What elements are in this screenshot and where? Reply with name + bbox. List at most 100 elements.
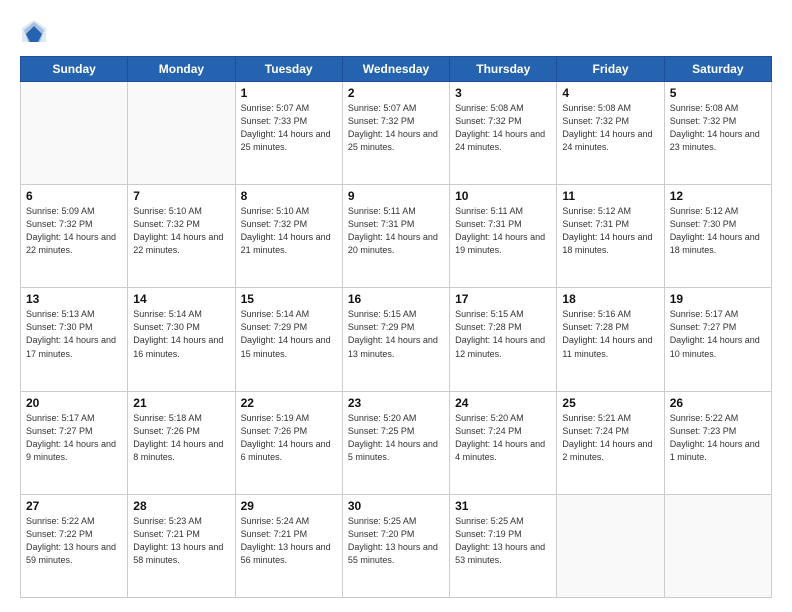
calendar-cell: 19 Sunrise: 5:17 AM Sunset: 7:27 PM Dayli… [664, 288, 771, 391]
day-info: Sunrise: 5:10 AM Sunset: 7:32 PM Dayligh… [241, 205, 337, 257]
calendar-week-2: 6Sunrise: 5:09 AM Sunset: 7:32 PM Daylig… [21, 185, 772, 288]
calendar-cell: 8 Sunrise: 5:10 AM Sunset: 7:32 PM Daylig… [235, 185, 342, 288]
day-number: 5 [670, 86, 766, 100]
day-info: Sunrise: 5:20 AM Sunset: 7:24 PM Dayligh… [455, 412, 551, 464]
day-number: 7 [133, 189, 229, 203]
calendar-week-5: 27 Sunrise: 5:22 AM Sunset: 7:22 PM Dayli… [21, 494, 772, 597]
day-number: 15 [241, 292, 337, 306]
day-info: Sunrise: 5:07 AM Sunset: 7:32 PM Dayligh… [348, 102, 444, 154]
day-number: 12 [670, 189, 766, 203]
day-number: 29 [241, 499, 337, 513]
day-number: 13 [26, 292, 122, 306]
day-info: Sunrise: 5:21 AM Sunset: 7:24 PM Dayligh… [562, 412, 658, 464]
day-number: 31 [455, 499, 551, 513]
day-info: Sunrise: 5:13 AM Sunset: 7:30 PM Dayligh… [26, 308, 122, 360]
calendar-cell: 6Sunrise: 5:09 AM Sunset: 7:32 PM Daylig… [21, 185, 128, 288]
day-number: 25 [562, 396, 658, 410]
calendar-header-thursday: Thursday [450, 57, 557, 82]
calendar-table: SundayMondayTuesdayWednesdayThursdayFrid… [20, 56, 772, 598]
logo [20, 18, 52, 46]
day-info: Sunrise: 5:17 AM Sunset: 7:27 PM Dayligh… [670, 308, 766, 360]
day-info: Sunrise: 5:17 AM Sunset: 7:27 PM Dayligh… [26, 412, 122, 464]
day-number: 17 [455, 292, 551, 306]
calendar-week-3: 13 Sunrise: 5:13 AM Sunset: 7:30 PM Dayli… [21, 288, 772, 391]
day-info: Sunrise: 5:10 AM Sunset: 7:32 PM Dayligh… [133, 205, 229, 257]
calendar-cell: 20 Sunrise: 5:17 AM Sunset: 7:27 PM Dayli… [21, 391, 128, 494]
calendar-cell: 12 Sunrise: 5:12 AM Sunset: 7:30 PM Dayli… [664, 185, 771, 288]
day-info: Sunrise: 5:12 AM Sunset: 7:30 PM Dayligh… [670, 205, 766, 257]
day-info: Sunrise: 5:22 AM Sunset: 7:22 PM Dayligh… [26, 515, 122, 567]
day-info: Sunrise: 5:24 AM Sunset: 7:21 PM Dayligh… [241, 515, 337, 567]
calendar-cell: 18 Sunrise: 5:16 AM Sunset: 7:28 PM Dayli… [557, 288, 664, 391]
page: SundayMondayTuesdayWednesdayThursdayFrid… [0, 0, 792, 612]
calendar-cell: 2 Sunrise: 5:07 AM Sunset: 7:32 PM Daylig… [342, 82, 449, 185]
day-number: 30 [348, 499, 444, 513]
calendar-cell: 1 Sunrise: 5:07 AM Sunset: 7:33 PM Daylig… [235, 82, 342, 185]
calendar-cell: 17 Sunrise: 5:15 AM Sunset: 7:28 PM Dayli… [450, 288, 557, 391]
calendar-cell: 3 Sunrise: 5:08 AM Sunset: 7:32 PM Daylig… [450, 82, 557, 185]
calendar-cell: 11 Sunrise: 5:12 AM Sunset: 7:31 PM Dayli… [557, 185, 664, 288]
calendar-cell: 25 Sunrise: 5:21 AM Sunset: 7:24 PM Dayli… [557, 391, 664, 494]
calendar-cell [21, 82, 128, 185]
day-number: 18 [562, 292, 658, 306]
day-number: 16 [348, 292, 444, 306]
day-info: Sunrise: 5:15 AM Sunset: 7:29 PM Dayligh… [348, 308, 444, 360]
day-number: 3 [455, 86, 551, 100]
day-info: Sunrise: 5:07 AM Sunset: 7:33 PM Dayligh… [241, 102, 337, 154]
day-info: Sunrise: 5:15 AM Sunset: 7:28 PM Dayligh… [455, 308, 551, 360]
day-info: Sunrise: 5:11 AM Sunset: 7:31 PM Dayligh… [455, 205, 551, 257]
day-info: Sunrise: 5:08 AM Sunset: 7:32 PM Dayligh… [562, 102, 658, 154]
calendar-cell: 31 Sunrise: 5:25 AM Sunset: 7:19 PM Dayli… [450, 494, 557, 597]
day-number: 2 [348, 86, 444, 100]
day-number: 21 [133, 396, 229, 410]
calendar-cell [128, 82, 235, 185]
calendar-week-1: 1 Sunrise: 5:07 AM Sunset: 7:33 PM Daylig… [21, 82, 772, 185]
calendar-header-wednesday: Wednesday [342, 57, 449, 82]
calendar-cell: 24 Sunrise: 5:20 AM Sunset: 7:24 PM Dayli… [450, 391, 557, 494]
day-info: Sunrise: 5:20 AM Sunset: 7:25 PM Dayligh… [348, 412, 444, 464]
day-number: 27 [26, 499, 122, 513]
calendar-cell: 13 Sunrise: 5:13 AM Sunset: 7:30 PM Dayli… [21, 288, 128, 391]
day-info: Sunrise: 5:14 AM Sunset: 7:29 PM Dayligh… [241, 308, 337, 360]
day-info: Sunrise: 5:12 AM Sunset: 7:31 PM Dayligh… [562, 205, 658, 257]
day-number: 26 [670, 396, 766, 410]
day-number: 11 [562, 189, 658, 203]
day-number: 22 [241, 396, 337, 410]
calendar-cell: 30 Sunrise: 5:25 AM Sunset: 7:20 PM Dayli… [342, 494, 449, 597]
day-info: Sunrise: 5:25 AM Sunset: 7:20 PM Dayligh… [348, 515, 444, 567]
day-number: 20 [26, 396, 122, 410]
calendar-header-sunday: Sunday [21, 57, 128, 82]
day-number: 1 [241, 86, 337, 100]
day-info: Sunrise: 5:14 AM Sunset: 7:30 PM Dayligh… [133, 308, 229, 360]
calendar-cell: 10 Sunrise: 5:11 AM Sunset: 7:31 PM Dayli… [450, 185, 557, 288]
day-info: Sunrise: 5:08 AM Sunset: 7:32 PM Dayligh… [455, 102, 551, 154]
calendar-header-row: SundayMondayTuesdayWednesdayThursdayFrid… [21, 57, 772, 82]
day-info: Sunrise: 5:25 AM Sunset: 7:19 PM Dayligh… [455, 515, 551, 567]
day-info: Sunrise: 5:16 AM Sunset: 7:28 PM Dayligh… [562, 308, 658, 360]
calendar-cell: 7 Sunrise: 5:10 AM Sunset: 7:32 PM Daylig… [128, 185, 235, 288]
day-number: 9 [348, 189, 444, 203]
day-info: Sunrise: 5:19 AM Sunset: 7:26 PM Dayligh… [241, 412, 337, 464]
day-number: 14 [133, 292, 229, 306]
day-number: 24 [455, 396, 551, 410]
day-info: Sunrise: 5:22 AM Sunset: 7:23 PM Dayligh… [670, 412, 766, 464]
header [20, 18, 772, 46]
calendar-header-saturday: Saturday [664, 57, 771, 82]
day-number: 6 [26, 189, 122, 203]
calendar-header-tuesday: Tuesday [235, 57, 342, 82]
day-number: 4 [562, 86, 658, 100]
day-number: 19 [670, 292, 766, 306]
calendar-cell: 9 Sunrise: 5:11 AM Sunset: 7:31 PM Daylig… [342, 185, 449, 288]
day-number: 23 [348, 396, 444, 410]
calendar-cell: 16 Sunrise: 5:15 AM Sunset: 7:29 PM Dayli… [342, 288, 449, 391]
calendar-cell: 22 Sunrise: 5:19 AM Sunset: 7:26 PM Dayli… [235, 391, 342, 494]
day-number: 10 [455, 189, 551, 203]
calendar-cell: 28Sunrise: 5:23 AM Sunset: 7:21 PM Dayli… [128, 494, 235, 597]
logo-icon [20, 18, 48, 46]
day-number: 8 [241, 189, 337, 203]
day-info: Sunrise: 5:11 AM Sunset: 7:31 PM Dayligh… [348, 205, 444, 257]
calendar-cell: 14 Sunrise: 5:14 AM Sunset: 7:30 PM Dayli… [128, 288, 235, 391]
calendar-cell: 27 Sunrise: 5:22 AM Sunset: 7:22 PM Dayli… [21, 494, 128, 597]
calendar-header-monday: Monday [128, 57, 235, 82]
calendar-cell: 5Sunrise: 5:08 AM Sunset: 7:32 PM Daylig… [664, 82, 771, 185]
